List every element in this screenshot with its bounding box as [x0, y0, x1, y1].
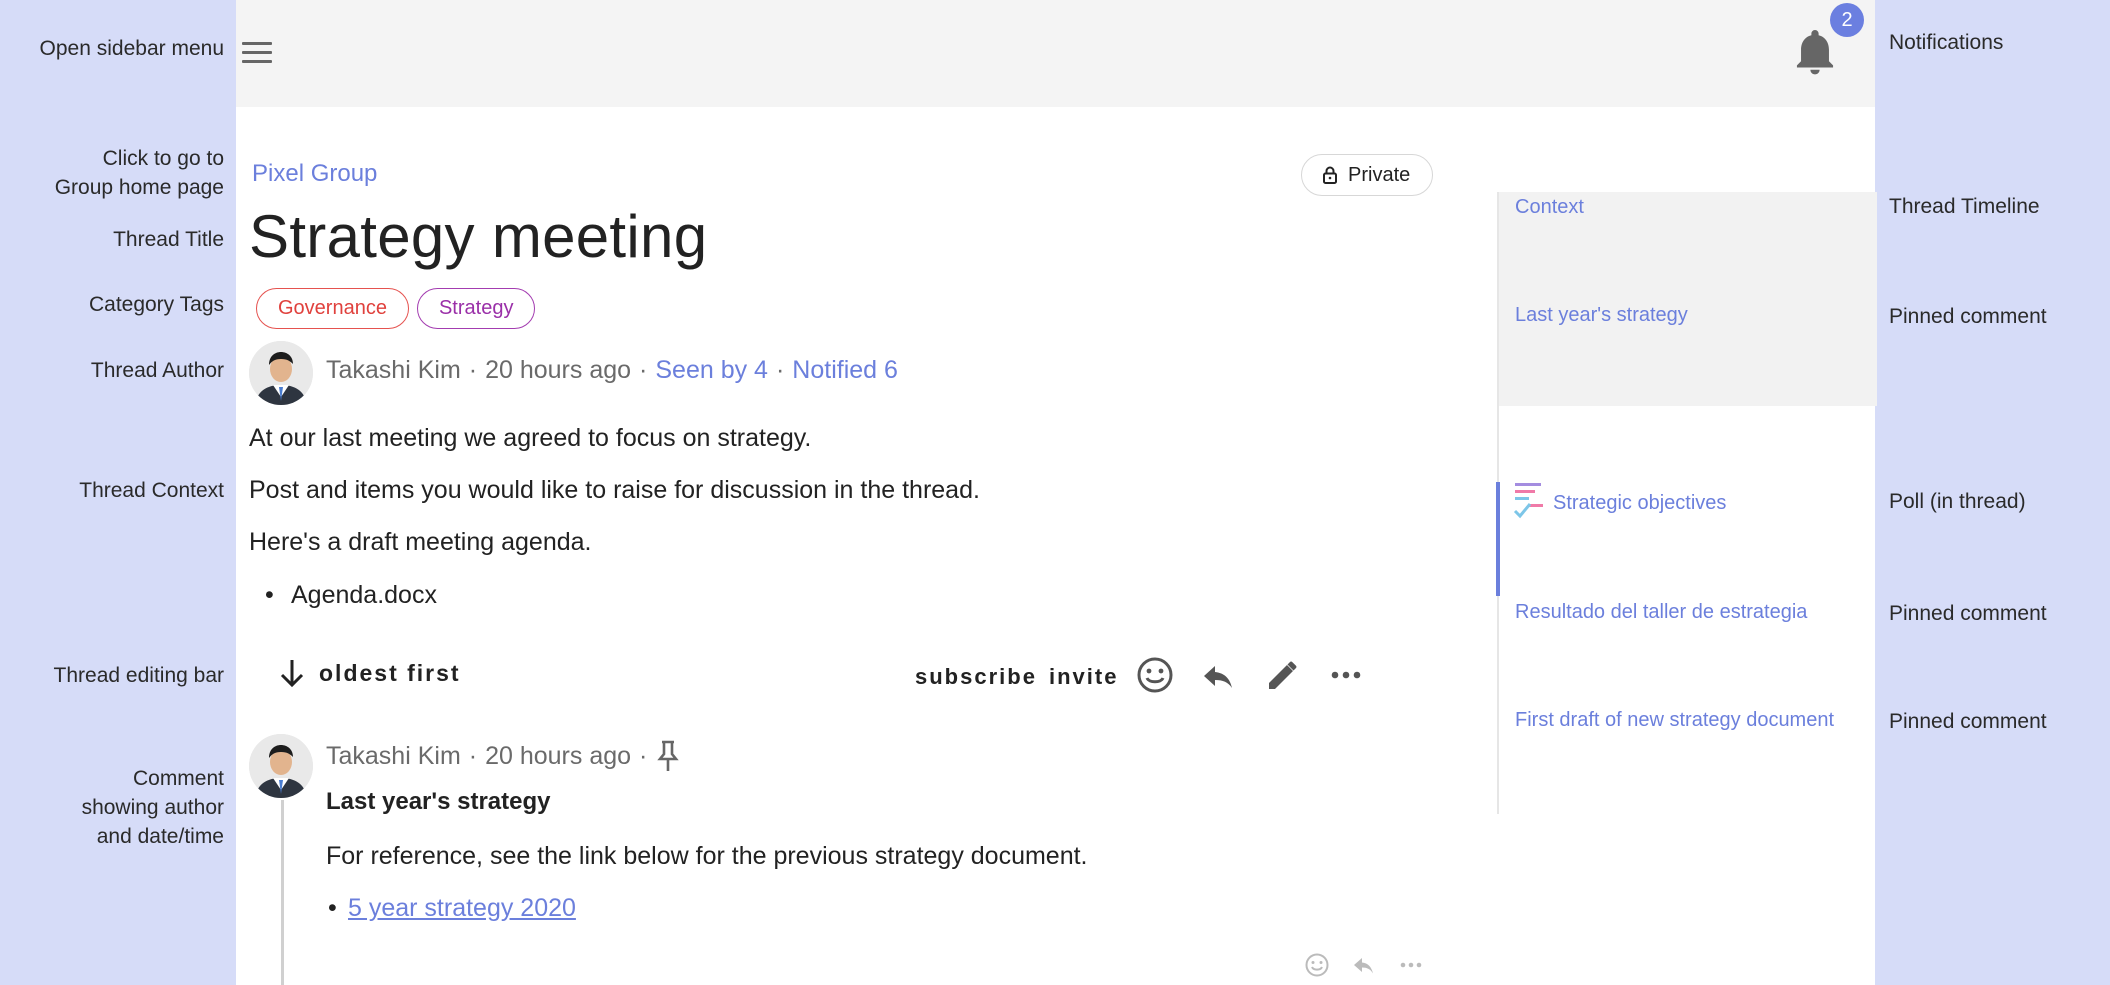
- menu-icon-bar: [242, 41, 272, 45]
- annotation-group-home-line2: Group home page: [54, 176, 224, 199]
- annotation-pinned-1: Pinned comment: [1889, 305, 2047, 328]
- comment-thread-line: [281, 800, 284, 985]
- edit-pencil-icon[interactable]: [1263, 656, 1301, 694]
- comment-author-name[interactable]: Takashi Kim: [326, 742, 461, 771]
- timeline-item-first-draft[interactable]: First draft of new strategy document: [1515, 709, 1834, 732]
- annotation-thread-author: Thread Author: [90, 359, 224, 382]
- timeline-item-last-years-strategy[interactable]: Last year's strategy: [1515, 304, 1688, 327]
- thread-context-line: At our last meeting we agreed to focus o…: [249, 424, 812, 452]
- sort-order-button[interactable]: oldest first: [279, 658, 461, 688]
- invite-button[interactable]: invite: [1049, 664, 1118, 690]
- timeline-item-context[interactable]: Context: [1515, 196, 1584, 219]
- comment-text: For reference, see the link below for th…: [326, 842, 1088, 870]
- comment-document-link[interactable]: 5 year strategy 2020: [328, 894, 576, 923]
- arrow-down-icon: [280, 660, 304, 688]
- privacy-chip[interactable]: Private: [1301, 154, 1434, 196]
- tag-strategy[interactable]: Strategy: [416, 288, 536, 329]
- timeline-visible-region: [1499, 192, 1877, 406]
- separator: ·: [468, 741, 478, 770]
- open-sidebar-button[interactable]: [242, 36, 274, 68]
- annotation-editing-bar: Thread editing bar: [53, 664, 224, 687]
- annotation-pinned-3: Pinned comment: [1889, 710, 2047, 733]
- annotation-comment: Comment showing author and date/time: [82, 764, 224, 851]
- notified-link[interactable]: Notified 6: [792, 356, 898, 385]
- top-bar: 2: [236, 0, 1875, 107]
- author-avatar[interactable]: [249, 341, 313, 405]
- annotation-poll: Poll (in thread): [1889, 490, 2026, 513]
- thread-author-meta: Takashi Kim · 20 hours ago · Seen by 4 ·…: [326, 356, 898, 385]
- thread-title: Strategy meeting: [249, 203, 708, 270]
- annotation-timeline: Thread Timeline: [1889, 195, 2040, 218]
- thread-time: 20 hours ago: [485, 356, 632, 384]
- sort-order-label: oldest first: [319, 659, 461, 686]
- annotation-thread-context: Thread Context: [79, 479, 224, 502]
- emoji-reaction-icon[interactable]: [1136, 656, 1174, 694]
- avatar-image: [249, 734, 313, 798]
- annotation-group-home-line1: Click to go to: [102, 147, 224, 170]
- menu-icon-bar: [242, 59, 272, 63]
- avatar-image: [249, 341, 313, 405]
- separator: ·: [775, 356, 785, 384]
- comment-more-icon[interactable]: [1398, 952, 1424, 978]
- thread-timeline: Context Last year's strategy Strategic o…: [1496, 192, 1877, 814]
- annotation-comment-line3: and date/time: [96, 825, 224, 848]
- lock-icon: [1323, 166, 1337, 184]
- pin-icon[interactable]: [655, 739, 681, 773]
- separator: ·: [639, 741, 648, 770]
- annotation-group-home: Click to go to Group home page: [55, 144, 224, 202]
- menu-icon-bar: [242, 50, 272, 54]
- seen-by-link[interactable]: Seen by 4: [655, 356, 768, 385]
- timeline-item-resultado[interactable]: Resultado del taller de estrategia: [1515, 601, 1807, 624]
- bell-icon[interactable]: [1795, 30, 1835, 76]
- timeline-active-indicator: [1496, 482, 1500, 596]
- annotation-open-menu: Open sidebar menu: [39, 37, 224, 60]
- group-home-link[interactable]: Pixel Group: [252, 160, 377, 188]
- tag-governance[interactable]: Governance: [256, 288, 409, 329]
- attachment-name: Agenda.docx: [291, 581, 437, 609]
- annotation-comment-line1: Comment: [132, 767, 224, 790]
- comment-emoji-icon[interactable]: [1304, 952, 1330, 978]
- comment-title: Last year's strategy: [326, 788, 551, 815]
- attachment-link[interactable]: Agenda.docx: [265, 581, 437, 610]
- thread-context-line: Here's a draft meeting agenda.: [249, 528, 592, 556]
- annotation-comment-line2: showing author: [81, 796, 224, 819]
- comment-author-avatar[interactable]: [249, 734, 313, 798]
- comment-author-meta: Takashi Kim · 20 hours ago ·: [326, 739, 681, 773]
- reply-icon[interactable]: [1199, 656, 1237, 694]
- notification-count-badge[interactable]: 2: [1830, 3, 1864, 37]
- annotation-pinned-2: Pinned comment: [1889, 602, 2047, 625]
- comment-reply-icon[interactable]: [1351, 952, 1377, 978]
- timeline-item-strategic-objectives[interactable]: Strategic objectives: [1513, 481, 1726, 525]
- annotation-thread-title: Thread Title: [113, 228, 224, 251]
- comment-link-text: 5 year strategy 2020: [348, 894, 576, 922]
- thread-context-line: Post and items you would like to raise f…: [249, 476, 980, 504]
- more-options-icon[interactable]: [1327, 656, 1365, 694]
- comment-time: 20 hours ago: [485, 741, 632, 770]
- thread-author-name[interactable]: Takashi Kim: [326, 356, 461, 385]
- separator: ·: [468, 356, 478, 384]
- timeline-item-label: Strategic objectives: [1553, 491, 1727, 514]
- separator: ·: [639, 356, 648, 384]
- annotation-category-tags: Category Tags: [88, 293, 224, 316]
- poll-icon: [1513, 483, 1543, 519]
- thread-editing-bar: oldest first subscribe invite: [279, 652, 1679, 698]
- privacy-label: Private: [1348, 163, 1411, 186]
- category-tags: Governance Strategy: [256, 288, 536, 329]
- subscribe-button[interactable]: subscribe: [915, 664, 1037, 690]
- annotation-notifications: Notifications: [1889, 31, 2004, 54]
